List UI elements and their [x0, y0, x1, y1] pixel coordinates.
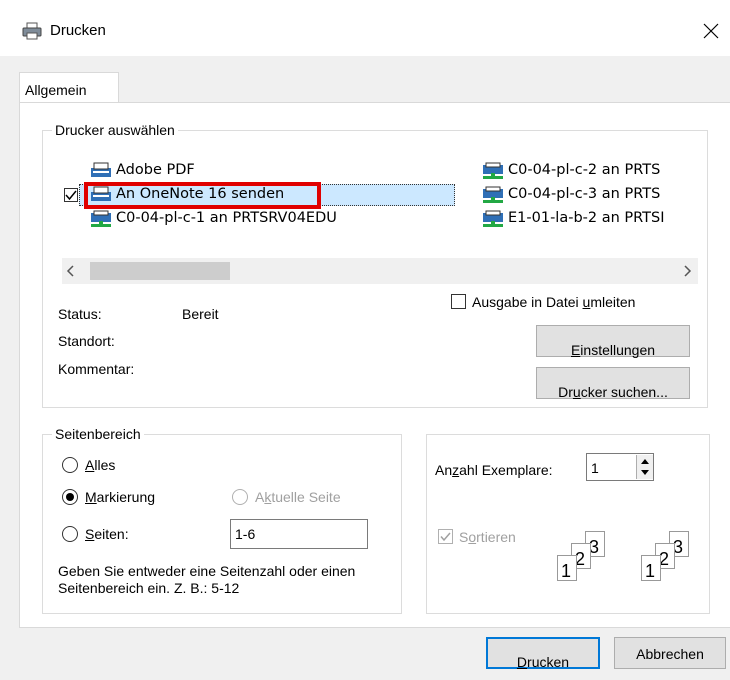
network-printer-icon	[483, 162, 503, 179]
cancel-button-label: Abbrechen	[636, 646, 704, 662]
comment-label: Kommentar:	[58, 361, 135, 377]
printer-name: E1-01-la-b-2 an PRTSI	[508, 210, 665, 226]
radio-selection-label[interactable]: Markierung	[85, 489, 155, 505]
selected-check-icon	[64, 188, 78, 202]
radio-pages[interactable]	[62, 526, 78, 542]
printer-name: Adobe PDF	[116, 162, 195, 178]
window-title: Drucken	[50, 22, 106, 39]
find-printer-button[interactable]: Drucker suchen...	[536, 367, 690, 400]
tab-allgemein[interactable]: Allgemein	[19, 72, 119, 104]
pages-input-value: 1-6	[235, 526, 256, 542]
printer-icon	[91, 162, 111, 177]
network-printer-icon	[483, 210, 503, 227]
printer-name: C0-04-pl-c-1 an PRTSRV04EDU	[116, 210, 337, 226]
network-printer-icon	[91, 210, 111, 227]
close-icon	[703, 23, 719, 39]
collate-checkbox	[438, 529, 453, 544]
network-printer-icon	[483, 186, 503, 203]
title-bar: Drucken	[0, 0, 730, 56]
copies-input-value: 1	[591, 460, 599, 476]
spinner-down-icon[interactable]	[640, 469, 650, 476]
find-printer-button-label: Drucker suchen...	[558, 384, 668, 400]
scrollbar-thumb[interactable]	[90, 262, 230, 280]
print-button-label: Drucken	[516, 654, 570, 670]
printer-group-legend: Drucker auswählen	[52, 122, 178, 138]
copies-spinner[interactable]	[636, 455, 653, 479]
radio-current-page	[232, 489, 248, 505]
spinner-up-icon[interactable]	[640, 458, 650, 465]
status-value: Bereit	[182, 306, 219, 322]
settings-button-label: Einstellungen	[570, 342, 656, 358]
cancel-button[interactable]: Abbrechen	[614, 637, 726, 669]
radio-selection[interactable]	[62, 489, 78, 505]
page-range-hint: Geben Sie entweder eine Seitenzahl oder …	[58, 563, 356, 596]
annotation-highlight-box	[84, 182, 321, 209]
scroll-right-icon[interactable]	[682, 265, 692, 277]
status-label: Status:	[58, 306, 102, 322]
print-to-file-checkbox[interactable]	[451, 294, 466, 309]
location-label: Standort:	[58, 333, 115, 349]
copies-group	[426, 434, 710, 614]
collate-page-icon: 1	[641, 555, 661, 581]
tab-label: Allgemein	[25, 82, 87, 98]
print-dialog: Drucken Allgemein Drucker auswählen Adob…	[0, 0, 730, 680]
printer-list-scrollbar[interactable]	[62, 258, 698, 284]
pages-input[interactable]: 1-6	[230, 519, 368, 549]
radio-pages-label[interactable]: Seiten:	[85, 526, 129, 542]
printer-name: C0-04-pl-c-3 an PRTS	[508, 186, 661, 202]
page-range-legend: Seitenbereich	[52, 426, 144, 442]
settings-button[interactable]: Einstellungen	[536, 325, 690, 358]
close-button[interactable]	[694, 14, 728, 48]
radio-dot	[66, 493, 74, 501]
scroll-left-icon[interactable]	[66, 265, 76, 277]
radio-current-page-label: Aktuelle Seite	[255, 489, 341, 505]
copies-label: Anzahl Exemplare:	[435, 462, 553, 478]
print-button[interactable]: Drucken	[486, 637, 600, 670]
print-to-file-label[interactable]: Ausgabe in Datei umleiten	[472, 294, 635, 310]
collate-label: Sortieren	[459, 529, 516, 545]
printer-name: C0-04-pl-c-2 an PRTS	[508, 162, 661, 178]
printer-icon	[22, 22, 42, 40]
radio-all-label[interactable]: Alles	[85, 457, 115, 473]
radio-all[interactable]	[62, 457, 78, 473]
collate-page-icon: 1	[557, 555, 577, 581]
